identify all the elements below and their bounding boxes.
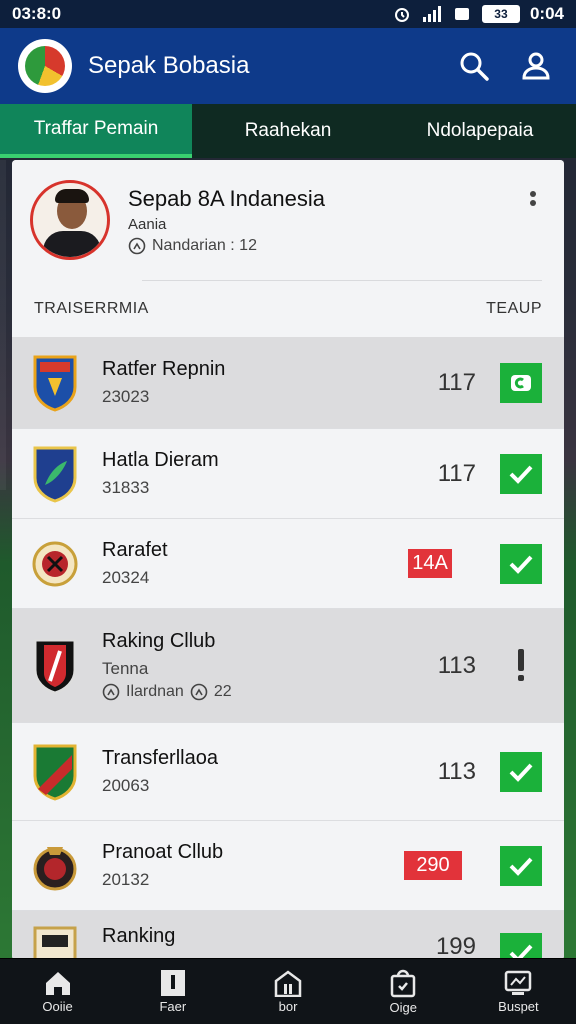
- club-name: Pranoat Cllub: [102, 841, 224, 863]
- list-item[interactable]: Rarafet 20324 14A: [12, 519, 564, 609]
- column-right-label: TEAUP: [486, 300, 542, 317]
- nav-home[interactable]: Ooiie: [0, 959, 115, 1024]
- club-crest-icon: [33, 446, 77, 503]
- club-value-badge: 14A: [408, 549, 452, 578]
- club-crest-icon: [33, 846, 77, 890]
- status-bar: 03:8:0 33 0:04: [0, 0, 576, 28]
- badge-check-icon: [511, 374, 531, 391]
- club-stat: Ilardnan 22: [102, 683, 406, 701]
- sim-icon: [454, 8, 469, 20]
- list-item[interactable]: Hatla Dieram 31833 117: [12, 429, 564, 519]
- club-value: 199: [435, 933, 476, 960]
- nav-label: Oige: [389, 1000, 417, 1015]
- tab-schedule[interactable]: Ndolapepaia: [384, 104, 576, 158]
- profile-role: Aania: [128, 215, 167, 233]
- check-icon: [509, 763, 533, 782]
- more-options-icon[interactable]: [528, 190, 538, 216]
- ball-icon: [128, 237, 146, 254]
- club-name: Transferllaoa: [102, 747, 218, 769]
- confirm-button[interactable]: [500, 543, 542, 584]
- profile-stat-text: Nandarian : 12: [152, 236, 257, 254]
- column-header: TRAISERRMIA TEAUP: [12, 281, 564, 337]
- club-crest-icon: [33, 355, 77, 412]
- nav-building[interactable]: bor: [230, 959, 345, 1024]
- tab-transfer[interactable]: Traffar Pemain: [0, 104, 192, 158]
- app-logo: [18, 39, 72, 93]
- tab-ranking[interactable]: Raahekan: [192, 104, 384, 158]
- check-icon: [509, 555, 533, 574]
- list-item[interactable]: Pranoat Cllub 20132 290: [12, 821, 564, 911]
- card-icon: [160, 970, 185, 996]
- list-item[interactable]: Ratfer Repnin 23023 117: [12, 337, 564, 429]
- nav-label: Buspet: [498, 999, 539, 1014]
- battery-indicator: 33: [481, 5, 520, 23]
- building-icon: [274, 970, 302, 997]
- report-icon: [505, 970, 532, 995]
- alarm-icon: [394, 8, 409, 22]
- bottom-nav: Ooiie Faer bor Oige Buspet: [0, 958, 576, 1024]
- club-name: Hatla Dieram: [102, 449, 219, 471]
- confirm-button[interactable]: [500, 453, 542, 494]
- club-sub: 20132: [102, 870, 150, 889]
- bag-icon: [390, 969, 416, 998]
- club-name: Ratfer Repnin: [102, 358, 226, 380]
- exclamation-icon: [518, 648, 524, 681]
- search-icon: [460, 52, 489, 81]
- club-list: Ratfer Repnin 23023 117 Hatla Dieram 318…: [12, 337, 564, 960]
- signal-icon: [422, 6, 441, 22]
- check-icon: [509, 465, 533, 484]
- nav-label: Faer: [159, 999, 187, 1014]
- app-header: Sepak Bobasia: [0, 28, 576, 104]
- search-button[interactable]: [452, 44, 496, 88]
- profile-button[interactable]: [514, 44, 558, 88]
- list-item[interactable]: Ranking 199: [12, 911, 564, 960]
- nav-card[interactable]: Faer: [115, 959, 230, 1024]
- club-value-badge: 290: [404, 851, 462, 880]
- club-sub: 20063: [102, 776, 150, 795]
- club-crest-icon: [33, 638, 77, 695]
- club-crest-icon: [33, 926, 77, 960]
- club-name: Raking Cllub: [102, 630, 216, 652]
- club-name: Rarafet: [102, 539, 168, 561]
- ball-icon: [102, 683, 120, 701]
- nav-report[interactable]: Buspet: [461, 959, 576, 1024]
- club-name: Ranking: [102, 925, 176, 947]
- confirm-button[interactable]: [500, 362, 542, 403]
- club-stat-value: 22: [213, 683, 232, 700]
- club-stat-label: Ilardnan: [126, 683, 184, 700]
- status-clock: 0:04: [529, 4, 564, 23]
- club-crest-icon: [33, 744, 77, 801]
- list-item[interactable]: Transferllaoa 20063 113: [12, 723, 564, 821]
- club-value: 117: [437, 368, 476, 396]
- profile-header: Sepab 8A Indanesia Aania Nandarian : 12: [12, 160, 564, 280]
- confirm-button[interactable]: [500, 933, 542, 960]
- nav-label: bor: [278, 999, 298, 1014]
- check-icon: [509, 857, 533, 876]
- column-left-label: TRAISERRMIA: [34, 300, 149, 317]
- confirm-button[interactable]: [500, 845, 542, 886]
- club-sub: 31833: [102, 478, 150, 497]
- club-value: 117: [437, 459, 476, 487]
- alert-button[interactable]: [500, 646, 542, 686]
- content-card: Sepab 8A Indanesia Aania Nandarian : 12 …: [12, 160, 564, 960]
- app-title: Sepak Bobasia: [88, 52, 250, 79]
- nav-label: Ooiie: [42, 999, 73, 1014]
- club-value: 113: [437, 651, 476, 679]
- user-icon: [522, 52, 550, 80]
- home-icon: [45, 972, 70, 995]
- profile-name: Sepab 8A Indanesia: [128, 185, 325, 211]
- tab-bar: Traffar Pemain Raahekan Ndolapepaia: [0, 104, 576, 158]
- club-sub: 23023: [102, 387, 150, 406]
- club-value: 113: [437, 757, 476, 785]
- ball-icon: [190, 683, 208, 701]
- profile-stat: Nandarian : 12: [128, 237, 325, 255]
- confirm-button[interactable]: [500, 751, 542, 792]
- list-item[interactable]: Raking Cllub Tenna Ilardnan 22 113: [12, 609, 564, 723]
- club-sub: 20324: [102, 568, 150, 587]
- nav-bag[interactable]: Oige: [346, 959, 461, 1024]
- status-time: 03:8:0: [12, 4, 62, 23]
- club-sub: Tenna: [102, 659, 149, 678]
- club-crest-icon: [32, 541, 78, 586]
- avatar[interactable]: [30, 180, 110, 260]
